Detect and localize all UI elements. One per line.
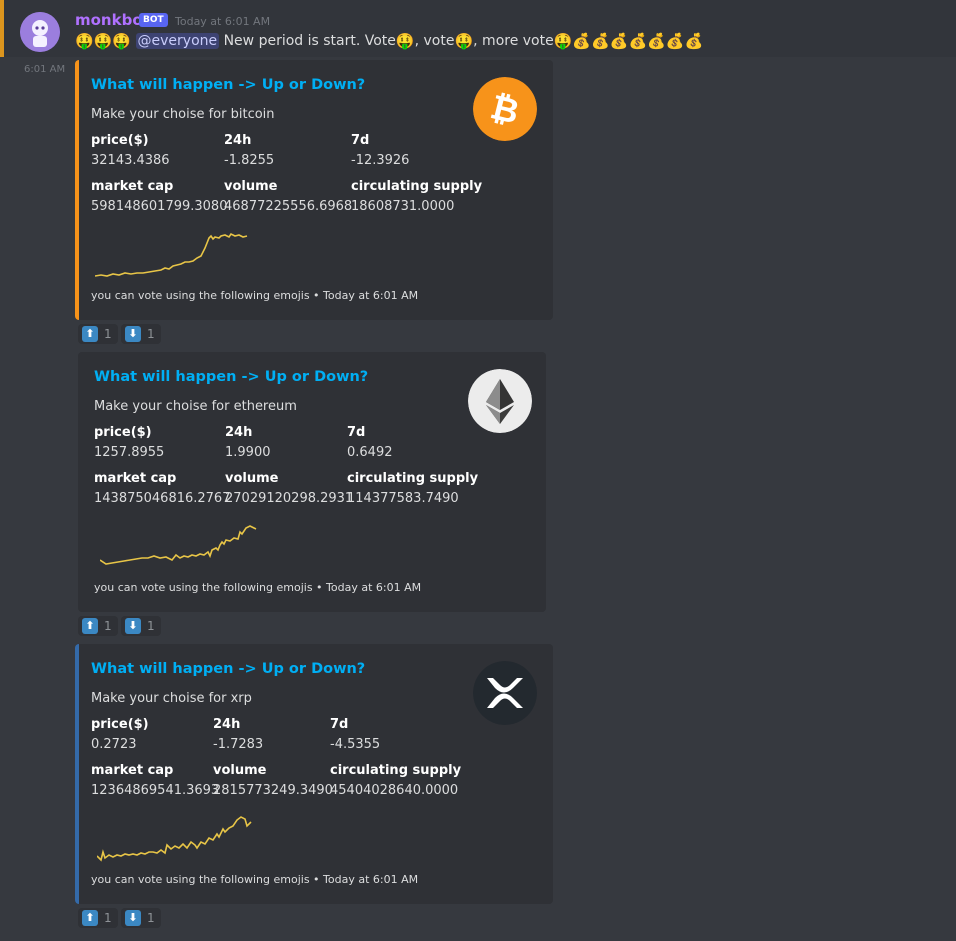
field-name-7d: 7d xyxy=(347,425,366,440)
field-name-7d: 7d xyxy=(351,133,370,148)
embed-ethereum: What will happen -> Up or Down? Make you… xyxy=(78,352,546,612)
message-text-2: , vote xyxy=(414,33,455,49)
arrow-down-icon: ⬇ xyxy=(125,618,141,634)
reaction-count: 1 xyxy=(104,619,112,633)
field-name-price: price($) xyxy=(94,425,152,440)
field-value-24h: -1.8255 xyxy=(224,153,275,168)
field-name-volume: volume xyxy=(224,179,278,194)
field-value-volume: 2815773249.3490 xyxy=(213,783,333,798)
money-bag-emoji-icon: 💰 xyxy=(684,32,704,50)
field-name-price: price($) xyxy=(91,717,149,732)
money-bag-emoji-icon: 💰 xyxy=(609,32,629,50)
arrow-up-icon: ⬆ xyxy=(82,910,98,926)
field-name-circulating-supply: circulating supply xyxy=(347,471,479,486)
reaction-count: 1 xyxy=(147,911,155,925)
money-bag-emoji-icon: 💰 xyxy=(628,32,648,50)
chat-view: monkbot BOT Today at 6:01 AM 🤑🤑🤑 @everyo… xyxy=(0,0,956,941)
field-name-volume: volume xyxy=(225,471,279,486)
money-face-emoji-icon: 🤑 xyxy=(553,32,573,50)
avatar[interactable] xyxy=(20,12,60,52)
field-name-price: price($) xyxy=(91,133,149,148)
robot-avatar-icon xyxy=(20,12,60,52)
field-value-7d: -4.5355 xyxy=(330,737,381,752)
field-value-circulating-supply: 45404028640.0000 xyxy=(330,783,459,798)
money-face-emoji-icon: 🤑 xyxy=(112,32,132,50)
money-bag-emoji-icon: 💰 xyxy=(591,32,610,50)
arrow-up-icon: ⬆ xyxy=(82,326,98,342)
message-timestamp: Today at 6:01 AM xyxy=(175,15,271,28)
field-name-24h: 24h xyxy=(213,717,241,732)
reaction-down[interactable]: ⬇ 1 xyxy=(121,324,161,344)
field-value-circulating-supply: 114377583.7490 xyxy=(347,491,459,506)
arrow-up-icon: ⬆ xyxy=(82,618,98,634)
embed-title[interactable]: What will happen -> Up or Down? xyxy=(94,369,368,385)
reaction-count: 1 xyxy=(147,619,155,633)
field-value-7d: 0.6492 xyxy=(347,445,393,460)
embed-description: Make your choise for xrp xyxy=(91,691,252,706)
field-name-volume: volume xyxy=(213,763,267,778)
field-name-24h: 24h xyxy=(225,425,253,440)
field-value-7d: -12.3926 xyxy=(351,153,410,168)
field-value-market-cap: 143875046816.2767 xyxy=(94,491,231,506)
embed-footer: you can vote using the following emojis … xyxy=(91,289,419,302)
message-text-1: New period is start. Vote xyxy=(223,33,396,49)
money-face-emoji-icon: 🤑 xyxy=(93,32,113,50)
reaction-count: 1 xyxy=(104,327,112,341)
field-value-price: 0.2723 xyxy=(91,737,137,752)
embed-xrp: What will happen -> Up or Down? Make you… xyxy=(75,644,553,904)
money-face-emoji-icon: 🤑 xyxy=(395,32,415,50)
reaction-up[interactable]: ⬆ 1 xyxy=(78,324,118,344)
mention-highlight-bar xyxy=(0,0,4,57)
field-value-volume: 46877225556.6968 xyxy=(224,199,353,214)
field-name-market-cap: market cap xyxy=(91,179,174,194)
money-bag-emoji-icon: 💰 xyxy=(572,32,592,50)
field-value-market-cap: 598148601799.3080 xyxy=(91,199,228,214)
reaction-count: 1 xyxy=(147,327,155,341)
side-timestamp: 6:01 AM xyxy=(24,64,66,75)
money-bag-emoji-icon: 💰 xyxy=(665,32,685,50)
embed-bitcoin: What will happen -> Up or Down? Make you… xyxy=(75,60,553,320)
bot-badge: BOT xyxy=(139,13,168,27)
field-name-circulating-supply: circulating supply xyxy=(330,763,462,778)
ethereum-logo-icon[interactable] xyxy=(468,369,532,433)
everyone-mention[interactable]: @everyone xyxy=(135,33,220,49)
message-text-3: , more vote xyxy=(473,33,554,49)
field-name-circulating-supply: circulating supply xyxy=(351,179,483,194)
embed-footer: you can vote using the following emojis … xyxy=(94,581,422,594)
embed-footer: you can vote using the following emojis … xyxy=(91,873,419,886)
field-value-circulating-supply: 18608731.0000 xyxy=(351,199,455,214)
field-name-market-cap: market cap xyxy=(91,763,174,778)
message-header: monkbot BOT Today at 6:01 AM 🤑🤑🤑 @everyo… xyxy=(0,0,956,57)
embed-description: Make your choise for bitcoin xyxy=(91,107,275,122)
money-face-emoji-icon: 🤑 xyxy=(75,32,94,50)
xrp-logo-icon[interactable] xyxy=(473,661,537,725)
reaction-count: 1 xyxy=(104,911,112,925)
reaction-down[interactable]: ⬇ 1 xyxy=(121,616,161,636)
arrow-down-icon: ⬇ xyxy=(125,326,141,342)
money-bag-emoji-icon: 💰 xyxy=(647,32,666,50)
embed-title[interactable]: What will happen -> Up or Down? xyxy=(91,77,365,93)
field-value-24h: -1.7283 xyxy=(213,737,264,752)
bitcoin-logo-icon[interactable]: ₿ xyxy=(473,77,537,141)
field-value-24h: 1.9900 xyxy=(225,445,271,460)
embed-description: Make your choise for ethereum xyxy=(94,399,297,414)
field-value-price: 32143.4386 xyxy=(91,153,170,168)
reaction-up[interactable]: ⬆ 1 xyxy=(78,908,118,928)
field-name-7d: 7d xyxy=(330,717,349,732)
embed-title[interactable]: What will happen -> Up or Down? xyxy=(91,661,365,677)
field-value-volume: 27029120298.2931 xyxy=(225,491,354,506)
arrow-down-icon: ⬇ xyxy=(125,910,141,926)
message-content: 🤑🤑🤑 @everyone New period is start. Vote🤑… xyxy=(75,33,703,49)
reaction-up[interactable]: ⬆ 1 xyxy=(78,616,118,636)
money-face-emoji-icon: 🤑 xyxy=(454,32,474,50)
price-sparkline xyxy=(95,232,248,277)
field-value-market-cap: 12364869541.3693 xyxy=(91,783,220,798)
field-value-price: 1257.8955 xyxy=(94,445,165,460)
field-name-market-cap: market cap xyxy=(94,471,177,486)
price-sparkline xyxy=(97,816,252,862)
reaction-down[interactable]: ⬇ 1 xyxy=(121,908,161,928)
field-name-24h: 24h xyxy=(224,133,252,148)
price-sparkline xyxy=(100,525,257,565)
